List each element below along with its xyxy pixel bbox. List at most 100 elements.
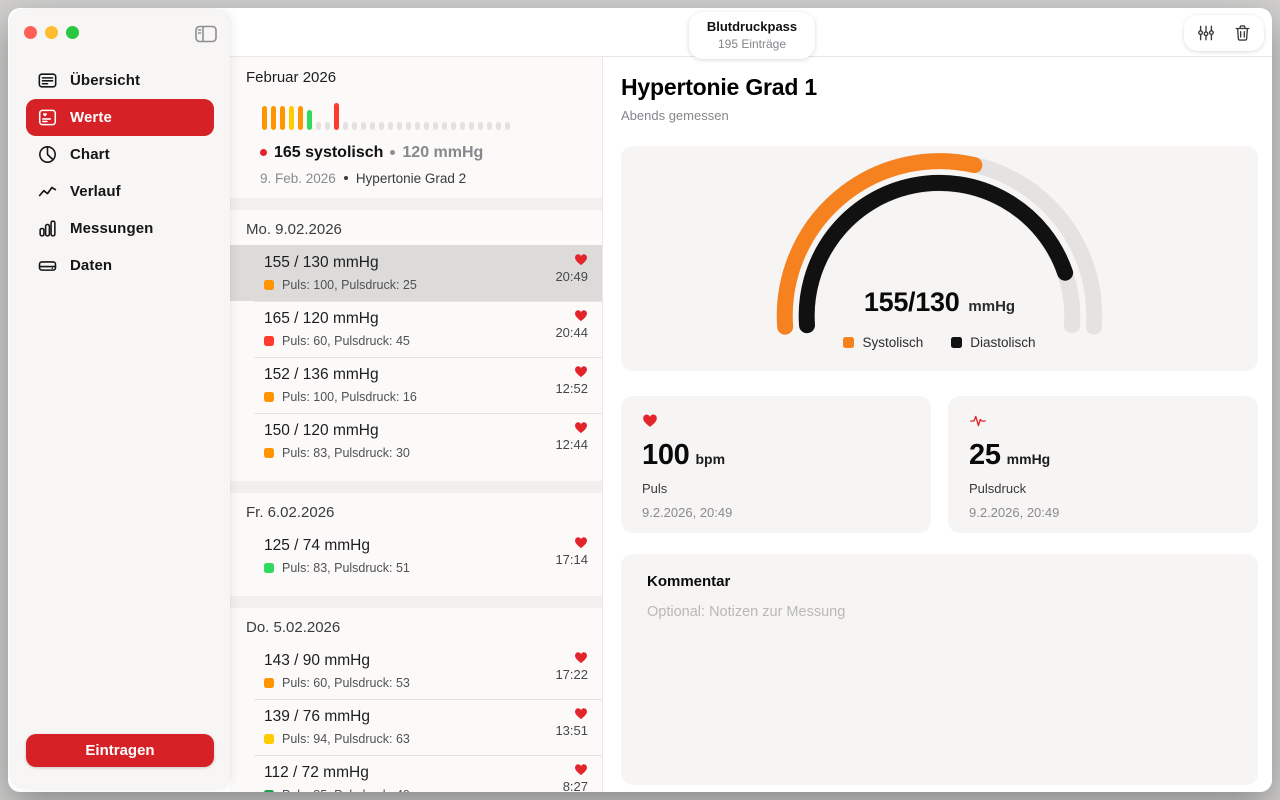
sidebar-item-chart[interactable]: Chart bbox=[26, 136, 214, 173]
systolic-legend-label: Systolisch bbox=[862, 335, 923, 350]
systolic-dot-icon bbox=[260, 149, 267, 156]
diastolic-dot-icon bbox=[390, 150, 395, 155]
heart-icon bbox=[574, 651, 588, 664]
classification-square bbox=[264, 734, 274, 744]
close-button[interactable] bbox=[24, 26, 37, 39]
sidebar-item-werte[interactable]: Werte bbox=[26, 99, 214, 136]
blood-pressure-gauge-card: 155/130 mmHg Systolisch Diastolisch bbox=[621, 146, 1258, 371]
summary-systolic: 165 systolisch bbox=[274, 144, 383, 162]
measurement-context: Abends gemessen bbox=[621, 108, 1258, 123]
filter-sliders-button[interactable] bbox=[1196, 23, 1216, 43]
heart-icon bbox=[574, 707, 588, 720]
trash-icon bbox=[1234, 24, 1251, 42]
summary-date: 9. Feb. 2026 bbox=[260, 171, 336, 186]
eintragen-button[interactable]: Eintragen bbox=[26, 734, 214, 767]
heart-icon bbox=[642, 413, 658, 428]
heart-icon bbox=[574, 309, 588, 322]
entry-value: 143 / 90 mmHg bbox=[264, 652, 588, 670]
entry-value: 155 / 130 mmHg bbox=[264, 254, 588, 272]
sidebar-item-label: Übersicht bbox=[70, 72, 140, 89]
pulsdruck-value: 25 bbox=[969, 439, 1001, 472]
comment-input[interactable] bbox=[647, 604, 1232, 764]
pulsdruck-card: 25 mmHg Pulsdruck 9.2.2026, 20:49 bbox=[948, 396, 1258, 533]
sidebar-item-label: Messungen bbox=[70, 220, 153, 237]
sidebar-toggle-button[interactable] bbox=[195, 25, 217, 43]
entry-value: 152 / 136 mmHg bbox=[264, 366, 588, 384]
entry-time: 8:27 bbox=[563, 779, 588, 792]
entry-detail: Puls: 60, Pulsdruck: 53 bbox=[282, 676, 410, 690]
sidebar-item-uebersicht[interactable]: Übersicht bbox=[26, 62, 214, 99]
gauge-value: 155/130 mmHg bbox=[621, 287, 1258, 318]
entry-row[interactable]: 143 / 90 mmHg Puls: 60, Pulsdruck: 53 17… bbox=[230, 643, 602, 699]
entry-time: 17:22 bbox=[555, 667, 588, 682]
desktop: { "app": { "accent_red": "#d62127", "tit… bbox=[0, 0, 1280, 800]
gauge-reading: 155/130 bbox=[864, 287, 960, 318]
line-chart-icon bbox=[37, 181, 58, 202]
sidebar-item-verlauf[interactable]: Verlauf bbox=[26, 173, 214, 210]
month-label: Februar 2026 bbox=[230, 57, 602, 87]
entry-group: 125 / 74 mmHg Puls: 83, Pulsdruck: 51 17… bbox=[230, 528, 602, 584]
entry-row[interactable]: 112 / 72 mmHg Puls: 85, Pulsdruck: 40 8:… bbox=[230, 755, 602, 792]
app-window: Blutdruckpass 195 Einträge bbox=[8, 8, 1272, 792]
minimize-button[interactable] bbox=[45, 26, 58, 39]
sliders-icon bbox=[1197, 24, 1215, 42]
entry-row[interactable]: 150 / 120 mmHg Puls: 83, Pulsdruck: 30 1… bbox=[230, 413, 602, 469]
bar-chart-icon bbox=[37, 218, 58, 239]
puls-label: Puls bbox=[642, 481, 910, 496]
sidebar-item-daten[interactable]: Daten bbox=[26, 247, 214, 284]
entry-detail: Puls: 60, Pulsdruck: 45 bbox=[282, 334, 410, 348]
sidebar-item-label: Chart bbox=[70, 146, 110, 163]
entry-row[interactable]: 125 / 74 mmHg Puls: 83, Pulsdruck: 51 17… bbox=[230, 528, 602, 584]
sidebar-nav: Übersicht Werte bbox=[26, 62, 214, 284]
entry-time: 12:44 bbox=[555, 437, 588, 452]
entry-time: 17:14 bbox=[555, 552, 588, 567]
puls-value: 100 bbox=[642, 439, 690, 472]
pie-chart-icon bbox=[37, 144, 58, 165]
entry-value: 150 / 120 mmHg bbox=[264, 422, 588, 440]
classification-square bbox=[264, 448, 274, 458]
separator-dot-icon bbox=[344, 176, 348, 180]
delete-button[interactable] bbox=[1232, 23, 1252, 43]
entry-row[interactable]: 152 / 136 mmHg Puls: 100, Pulsdruck: 16 … bbox=[230, 357, 602, 413]
pulsdruck-label: Pulsdruck bbox=[969, 481, 1237, 496]
entry-group: 143 / 90 mmHg Puls: 60, Pulsdruck: 53 17… bbox=[230, 643, 602, 792]
zoom-button[interactable] bbox=[66, 26, 79, 39]
list-overview-icon bbox=[37, 70, 58, 91]
entry-list-pane: Februar 2026 165 systolisch 120 mmHg 9. … bbox=[230, 57, 603, 792]
heart-icon bbox=[574, 763, 588, 776]
entry-detail: Puls: 100, Pulsdruck: 25 bbox=[282, 278, 417, 292]
classification-square bbox=[264, 336, 274, 346]
group-divider bbox=[230, 481, 602, 493]
month-summary-meta: 9. Feb. 2026 Hypertonie Grad 2 bbox=[260, 170, 602, 186]
classification-title: Hypertonie Grad 1 bbox=[621, 74, 1258, 101]
toolbar-actions bbox=[1184, 15, 1264, 51]
sidebar-icon bbox=[195, 25, 217, 43]
sidebar-item-label: Werte bbox=[70, 109, 112, 126]
entry-time: 12:52 bbox=[555, 381, 588, 396]
heart-icon bbox=[574, 536, 588, 549]
entry-value: 165 / 120 mmHg bbox=[264, 310, 588, 328]
entry-group: 155 / 130 mmHg Puls: 100, Pulsdruck: 25 … bbox=[230, 245, 602, 469]
comment-title: Kommentar bbox=[647, 573, 1232, 590]
sidebar-item-messungen[interactable]: Messungen bbox=[26, 210, 214, 247]
diastolic-legend-swatch bbox=[951, 337, 962, 348]
entry-value: 125 / 74 mmHg bbox=[264, 537, 588, 555]
window-title: Blutdruckpass bbox=[707, 19, 797, 34]
puls-card: 100 bpm Puls 9.2.2026, 20:49 bbox=[621, 396, 931, 533]
puls-unit: bpm bbox=[696, 451, 726, 467]
entry-row[interactable]: 165 / 120 mmHg Puls: 60, Pulsdruck: 45 2… bbox=[230, 301, 602, 357]
sidebar-item-label: Daten bbox=[70, 257, 112, 274]
entry-row[interactable]: 139 / 76 mmHg Puls: 94, Pulsdruck: 63 13… bbox=[230, 699, 602, 755]
entry-value: 112 / 72 mmHg bbox=[264, 764, 588, 782]
heart-icon bbox=[574, 365, 588, 378]
drive-icon bbox=[37, 255, 58, 276]
pulsdruck-timestamp: 9.2.2026, 20:49 bbox=[969, 505, 1237, 520]
comment-card: Kommentar bbox=[621, 554, 1258, 785]
detail-pane: Hypertonie Grad 1 Abends gemessen 155/13… bbox=[604, 57, 1272, 792]
summary-diastolic: 120 mmHg bbox=[402, 144, 483, 162]
window-title-pill: Blutdruckpass 195 Einträge bbox=[689, 12, 815, 59]
sidebar: Übersicht Werte bbox=[10, 10, 230, 788]
group-divider bbox=[230, 596, 602, 608]
window-controls bbox=[24, 26, 79, 39]
entry-row[interactable]: 155 / 130 mmHg Puls: 100, Pulsdruck: 25 … bbox=[230, 245, 602, 301]
